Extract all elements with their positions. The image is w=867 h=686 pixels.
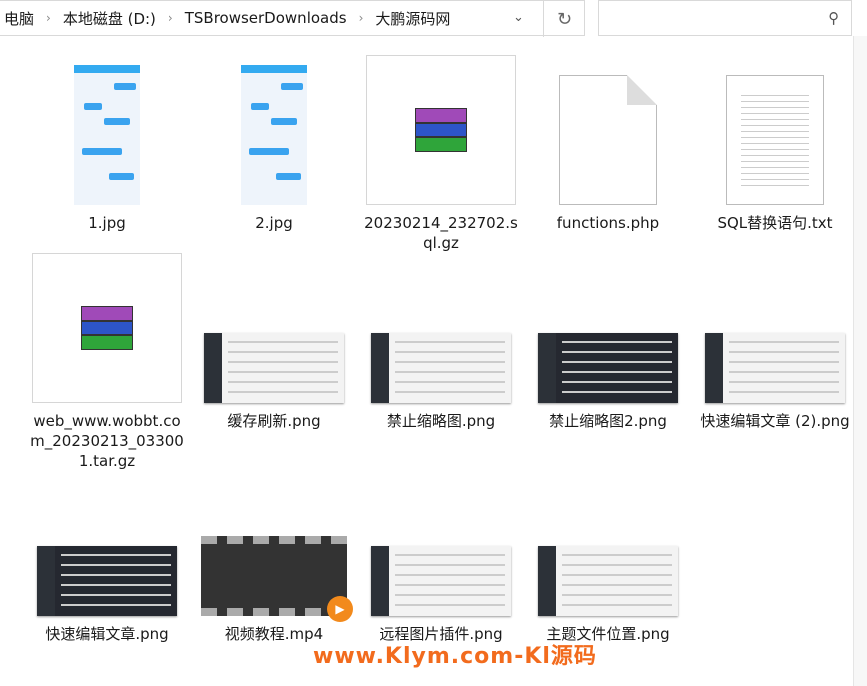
file-item[interactable]: 禁止缩略图2.png (528, 253, 688, 431)
file-name: web_www.wobbt.com_20230213_033001.tar.gz (30, 412, 184, 470)
file-name: 2.jpg (255, 214, 293, 232)
file-item[interactable]: ▶ 视频教程.mp4 (194, 530, 354, 644)
file-item[interactable]: 快速编辑文章 (2).png (695, 253, 855, 431)
image-thumbnail (361, 253, 521, 403)
image-thumbnail (361, 530, 521, 616)
scrollbar[interactable] (853, 36, 867, 686)
breadcrumb-item[interactable]: 大鹏源码网 (371, 8, 454, 29)
breadcrumb-item[interactable]: TSBrowserDownloads (181, 9, 351, 27)
image-thumbnail (27, 530, 187, 616)
file-item[interactable]: 快速编辑文章.png (27, 530, 187, 644)
play-icon: ▶ (327, 596, 353, 622)
image-thumbnail (27, 55, 187, 205)
file-name: 快速编辑文章 (2).png (700, 412, 850, 430)
text-file-icon (695, 55, 855, 205)
file-name: 快速编辑文章.png (45, 625, 169, 643)
file-name: functions.php (556, 214, 660, 232)
archive-icon (366, 55, 516, 205)
image-thumbnail (528, 253, 688, 403)
file-name: 20230214_232702.sql.gz (364, 214, 518, 252)
refresh-button[interactable]: ↻ (543, 1, 585, 37)
file-name: SQL替换语句.txt (717, 214, 833, 232)
image-thumbnail (194, 55, 354, 205)
file-name: 禁止缩略图.png (386, 412, 496, 430)
file-item[interactable]: 1.jpg (27, 55, 187, 233)
file-item[interactable]: 禁止缩略图.png (361, 253, 521, 431)
image-thumbnail (528, 530, 688, 616)
file-name: 1.jpg (88, 214, 126, 232)
file-name: 禁止缩略图2.png (549, 412, 667, 430)
file-name: 缓存刷新.png (227, 412, 321, 430)
watermark: www.Klym.com-Kl源码 (313, 644, 597, 669)
file-item[interactable]: 远程图片插件.png (361, 530, 521, 644)
chevron-right-icon: › (46, 11, 51, 25)
breadcrumb-item[interactable]: 本地磁盘 (D:) (59, 8, 160, 29)
breadcrumb-item[interactable]: 电脑 (0, 8, 38, 29)
refresh-icon: ↻ (556, 8, 573, 30)
file-item[interactable]: functions.php (528, 55, 688, 233)
chevron-down-icon[interactable]: ⌄ (513, 10, 524, 25)
search-input[interactable]: ⚲ (598, 0, 852, 36)
file-item[interactable]: 2.jpg (194, 55, 354, 233)
address-bar[interactable]: 电脑 › 本地磁盘 (D:) › TSBrowserDownloads › 大鹏源码网… (0, 0, 585, 37)
file-item[interactable]: 缓存刷新.png (194, 253, 354, 431)
file-item[interactable]: web_www.wobbt.com_20230213_033001.tar.gz (27, 253, 187, 471)
file-item[interactable]: 主题文件位置.png (528, 530, 688, 644)
file-item[interactable]: SQL替换语句.txt (695, 55, 855, 233)
video-thumbnail: ▶ (194, 530, 354, 622)
image-thumbnail (695, 253, 855, 403)
image-thumbnail (194, 253, 354, 403)
file-item[interactable]: 20230214_232702.sql.gz (361, 55, 521, 253)
chevron-right-icon: › (358, 11, 364, 25)
search-icon: ⚲ (828, 9, 839, 27)
chevron-right-icon: › (167, 11, 173, 25)
document-icon (528, 55, 688, 205)
archive-icon (32, 253, 182, 403)
